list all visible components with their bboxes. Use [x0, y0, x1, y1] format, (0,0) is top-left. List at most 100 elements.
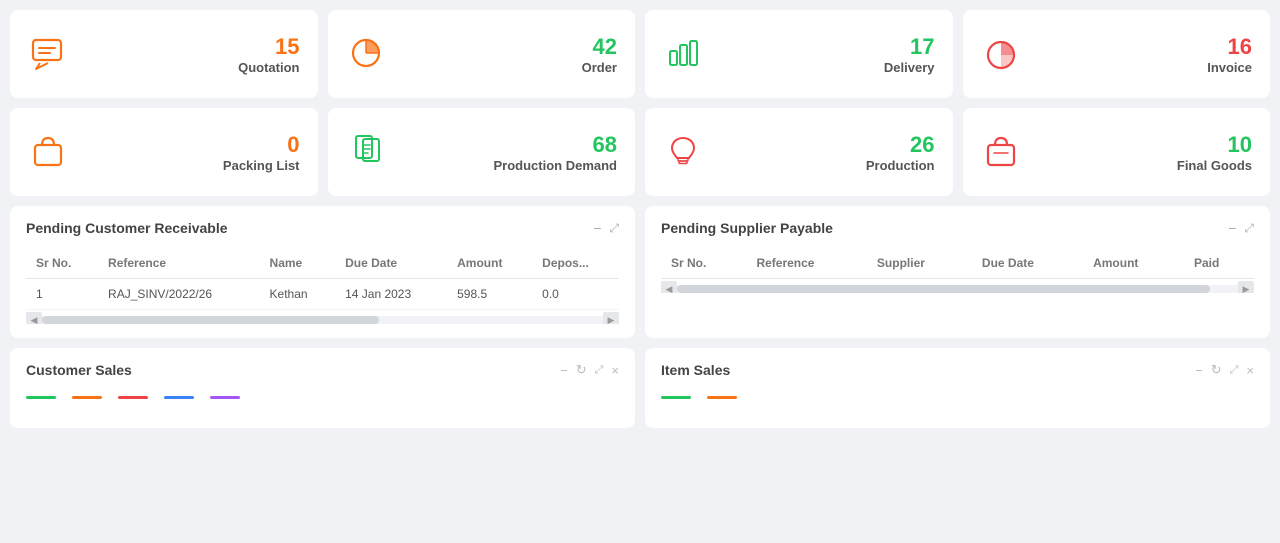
- customer-sales-chart: [26, 388, 619, 403]
- chart-line-bar-5: [210, 396, 240, 399]
- item-chart-line-1: [661, 396, 691, 399]
- pending-customer-table: Sr No. Reference Name Due Date Amount De…: [26, 248, 619, 310]
- bar-chart-icon: [663, 33, 703, 76]
- item-chart-line-2: [707, 396, 737, 399]
- chart-line-2: [72, 396, 102, 399]
- sup-col-due-date: Due Date: [972, 248, 1083, 279]
- item-chart-line-bar-2: [707, 396, 737, 399]
- stat-card-production-info: 26 Production: [717, 132, 935, 173]
- col-name: Name: [260, 248, 336, 279]
- chat-icon: [28, 33, 68, 76]
- cs-close-icon[interactable]: ×: [611, 363, 619, 378]
- pending-customer-header: Pending Customer Receivable − ⤢: [26, 220, 619, 236]
- pending-supplier-table-wrap: Sr No. Reference Supplier Due Date Amoun…: [661, 248, 1254, 293]
- pending-customer-tbody: 1 RAJ_SINV/2022/26 Kethan 14 Jan 2023 59…: [26, 279, 619, 310]
- customer-sales-panel: Customer Sales − ↻ ⤢ ×: [10, 348, 635, 428]
- bottom-panels-row: Customer Sales − ↻ ⤢ ×: [10, 348, 1270, 428]
- table-row[interactable]: 1 RAJ_SINV/2022/26 Kethan 14 Jan 2023 59…: [26, 279, 619, 310]
- chart-line-5: [210, 396, 240, 399]
- item-sales-panel: Item Sales − ↻ ⤢ ×: [645, 348, 1270, 428]
- is-close-icon[interactable]: ×: [1246, 363, 1254, 378]
- stat-card-packing-info: 0 Packing List: [82, 132, 300, 173]
- production-demand-label: Production Demand: [493, 158, 617, 173]
- scroll-left-btn[interactable]: ◀: [26, 312, 42, 324]
- col-deposit: Depos...: [532, 248, 619, 279]
- quotation-label: Quotation: [238, 60, 299, 75]
- sup-col-paid: Paid: [1184, 248, 1254, 279]
- sup-scroll-thumb: [677, 285, 1210, 293]
- stat-card-order[interactable]: 42 Order: [328, 10, 636, 98]
- col-amount: Amount: [447, 248, 532, 279]
- is-refresh-icon[interactable]: ↻: [1211, 362, 1222, 378]
- pie2-icon: [981, 33, 1021, 76]
- minimize-icon[interactable]: −: [593, 220, 601, 236]
- pending-customer-controls: − ⤢: [593, 220, 619, 236]
- stat-card-final-goods[interactable]: 10 Final Goods: [963, 108, 1271, 196]
- customer-sales-controls: − ↻ ⤢ ×: [560, 362, 619, 378]
- production-label: Production: [866, 158, 935, 173]
- chart-line-1: [26, 396, 56, 399]
- stat-card-invoice-info: 16 Invoice: [1035, 34, 1253, 75]
- pending-supplier-controls: − ⤢: [1228, 220, 1254, 236]
- item-sales-header: Item Sales − ↻ ⤢ ×: [661, 362, 1254, 378]
- final-goods-label: Final Goods: [1177, 158, 1252, 173]
- stat-card-delivery[interactable]: 17 Delivery: [645, 10, 953, 98]
- dashboard: 15 Quotation 42 Order: [0, 0, 1280, 438]
- customer-scrollbar[interactable]: ◀ ▶: [26, 316, 619, 324]
- scroll-right-btn[interactable]: ▶: [603, 312, 619, 324]
- production-demand-count: 68: [593, 132, 617, 158]
- expand-icon[interactable]: ⤢: [609, 221, 619, 236]
- supplier-scrollbar[interactable]: ◀ ▶: [661, 285, 1254, 293]
- order-count: 42: [593, 34, 617, 60]
- quotation-count: 15: [275, 34, 299, 60]
- supplier-expand-icon[interactable]: ⤢: [1244, 221, 1254, 236]
- delivery-count: 17: [910, 34, 934, 60]
- pending-customer-panel: Pending Customer Receivable − ⤢ Sr No. R…: [10, 206, 635, 338]
- item-sales-title: Item Sales: [661, 362, 730, 378]
- sup-col-srno: Sr No.: [661, 248, 746, 279]
- chart-line-bar-1: [26, 396, 56, 399]
- panels-row-middle: Pending Customer Receivable − ⤢ Sr No. R…: [10, 206, 1270, 338]
- sup-scroll-right-btn[interactable]: ▶: [1238, 281, 1254, 293]
- col-reference: Reference: [98, 248, 260, 279]
- docs-icon: [346, 131, 386, 174]
- item-sales-controls: − ↻ ⤢ ×: [1195, 362, 1254, 378]
- is-minimize-icon[interactable]: −: [1195, 363, 1203, 378]
- col-due-date: Due Date: [335, 248, 447, 279]
- is-expand-icon[interactable]: ⤢: [1230, 364, 1239, 377]
- stat-cards-row2: 0 Packing List 68 Production Demand: [10, 108, 1270, 196]
- cs-minimize-icon[interactable]: −: [560, 363, 568, 378]
- customer-sales-header: Customer Sales − ↻ ⤢ ×: [26, 362, 619, 378]
- pending-customer-table-wrap: Sr No. Reference Name Due Date Amount De…: [26, 248, 619, 324]
- stat-card-quotation-info: 15 Quotation: [82, 34, 300, 75]
- stat-card-final-goods-info: 10 Final Goods: [1035, 132, 1253, 173]
- chart-line-3: [118, 396, 148, 399]
- bulb-icon: [663, 131, 703, 174]
- sup-scroll-left-btn[interactable]: ◀: [661, 281, 677, 293]
- cs-expand-icon[interactable]: ⤢: [595, 364, 604, 377]
- final-goods-count: 10: [1228, 132, 1252, 158]
- invoice-label: Invoice: [1207, 60, 1252, 75]
- pending-supplier-title: Pending Supplier Payable: [661, 220, 833, 236]
- pending-supplier-panel: Pending Supplier Payable − ⤢ Sr No. Refe…: [645, 206, 1270, 338]
- sup-col-amount: Amount: [1083, 248, 1184, 279]
- supplier-minimize-icon[interactable]: −: [1228, 220, 1236, 236]
- cs-refresh-icon[interactable]: ↻: [576, 362, 587, 378]
- stat-card-production-demand[interactable]: 68 Production Demand: [328, 108, 636, 196]
- stat-card-production[interactable]: 26 Production: [645, 108, 953, 196]
- order-label: Order: [582, 60, 617, 75]
- pending-supplier-table: Sr No. Reference Supplier Due Date Amoun…: [661, 248, 1254, 279]
- bag-icon: [28, 131, 68, 174]
- stat-card-invoice[interactable]: 16 Invoice: [963, 10, 1271, 98]
- stat-card-quotation[interactable]: 15 Quotation: [10, 10, 318, 98]
- pending-supplier-thead: Sr No. Reference Supplier Due Date Amoun…: [661, 248, 1254, 279]
- production-count: 26: [910, 132, 934, 158]
- pie-icon: [346, 33, 386, 76]
- stat-card-packing[interactable]: 0 Packing List: [10, 108, 318, 196]
- stat-card-production-demand-info: 68 Production Demand: [400, 132, 618, 173]
- pending-supplier-header: Pending Supplier Payable − ⤢: [661, 220, 1254, 236]
- sup-col-supplier: Supplier: [867, 248, 972, 279]
- item-sales-chart: [661, 388, 1254, 403]
- pending-customer-thead: Sr No. Reference Name Due Date Amount De…: [26, 248, 619, 279]
- stat-card-order-info: 42 Order: [400, 34, 618, 75]
